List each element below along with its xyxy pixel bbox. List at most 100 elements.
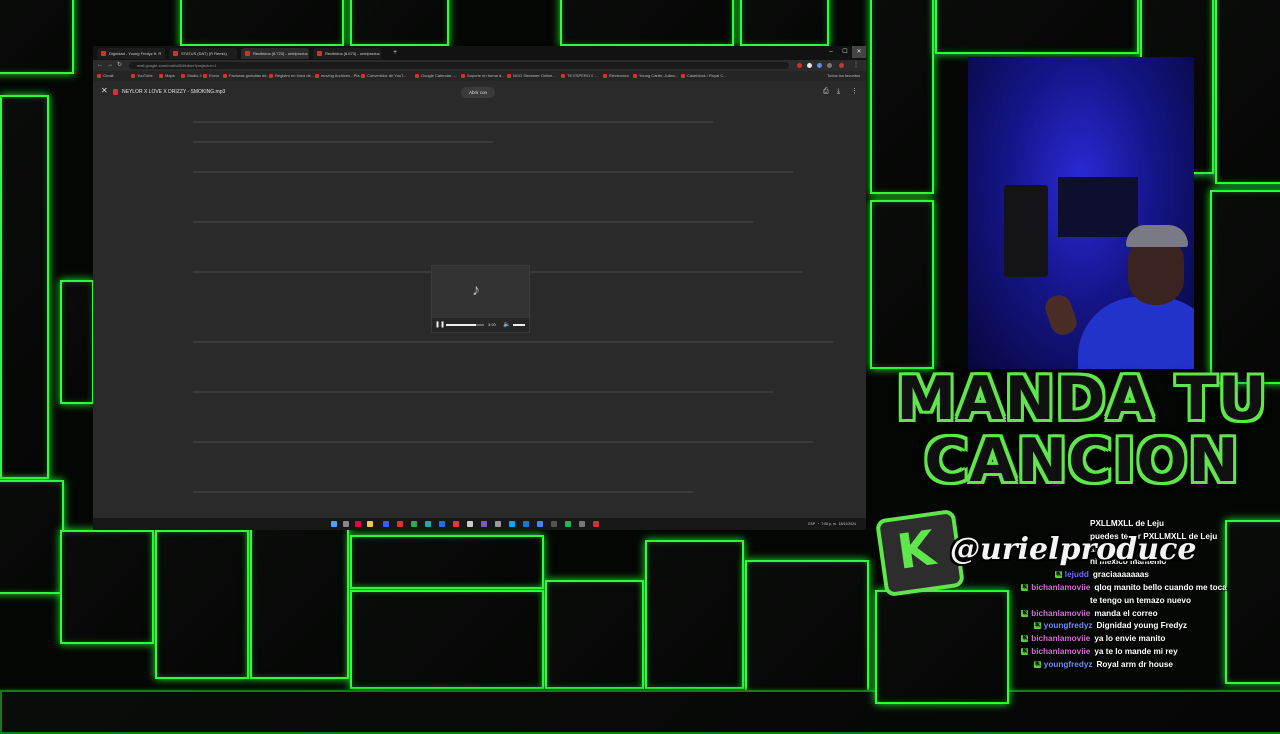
chrome-icon[interactable] bbox=[439, 521, 445, 527]
bookmark-item[interactable]: Convertidor de YouT... bbox=[361, 71, 406, 81]
taskbar-app-icon[interactable] bbox=[509, 521, 515, 527]
close-window-button[interactable]: ✕ bbox=[852, 46, 866, 58]
taskbar-app-icon[interactable] bbox=[425, 521, 431, 527]
taskbar-app-icon[interactable] bbox=[453, 521, 459, 527]
folder-icon[interactable] bbox=[367, 521, 373, 527]
volume-slider[interactable] bbox=[513, 324, 525, 326]
tray-date[interactable]: 18/11/2024 bbox=[839, 522, 856, 526]
chat-username[interactable]: youngfredyz bbox=[1044, 621, 1093, 630]
audio-file-icon bbox=[113, 89, 118, 95]
browser-tab[interactable]: Recibidos (8.723) - urielproduc bbox=[241, 48, 309, 59]
bookmark-item[interactable]: Registro en línea de... bbox=[269, 71, 314, 81]
volume-icon[interactable]: 🔈 bbox=[503, 320, 510, 330]
bg-tile bbox=[1215, 0, 1280, 184]
bookmark-item[interactable]: moving Archives - Pla... bbox=[315, 71, 363, 81]
browser-tab[interactable]: Recibidos (8.673) - urielproduc bbox=[313, 48, 381, 59]
title-line-2: CANCION bbox=[924, 426, 1240, 496]
bg-tile bbox=[155, 530, 249, 679]
tray-language[interactable]: ESP bbox=[808, 522, 815, 526]
bg-tile bbox=[250, 520, 349, 679]
bg-tile bbox=[870, 0, 934, 194]
all-bookmarks[interactable]: Todos los favoritos bbox=[821, 71, 860, 81]
bookmark-item[interactable]: Maps bbox=[159, 71, 175, 81]
playback-progress-slider[interactable] bbox=[446, 324, 484, 326]
forward-icon[interactable]: → bbox=[107, 61, 113, 70]
background-row bbox=[193, 491, 693, 493]
bookmark-item[interactable]: Facturas gratuitas de... bbox=[223, 71, 270, 81]
extension-icon[interactable] bbox=[827, 63, 832, 68]
bg-tile bbox=[875, 590, 1009, 704]
taskbar-app-icon[interactable] bbox=[383, 521, 389, 527]
bookmark-item[interactable]: NGO Streamer Online... bbox=[507, 71, 556, 81]
bookmark-item[interactable]: Envío bbox=[203, 71, 219, 81]
print-icon[interactable]: ⎙ bbox=[823, 87, 829, 97]
download-icon[interactable]: ⤓ bbox=[837, 87, 840, 97]
chat-username[interactable]: bichanlamoviie bbox=[1031, 583, 1090, 592]
bg-tile bbox=[60, 280, 94, 404]
chat-text: PXLLMXLL de Leju bbox=[1090, 519, 1164, 528]
bookmark-item[interactable]: Soporte en forma d... bbox=[461, 71, 505, 81]
streamer-body bbox=[1078, 297, 1194, 369]
bookmark-item[interactable]: Electronico bbox=[603, 71, 629, 81]
reload-icon[interactable]: ↻ bbox=[117, 61, 122, 70]
chat-username[interactable]: bichanlamoviie bbox=[1031, 609, 1090, 618]
bookmark-item[interactable]: TE ESPERO // ... bbox=[561, 71, 598, 81]
taskbar-app-icon[interactable] bbox=[411, 521, 417, 527]
more-icon[interactable]: ⋮ bbox=[851, 87, 858, 97]
bg-tile bbox=[870, 200, 934, 369]
bookmark-item[interactable]: Young Carter, Julian... bbox=[633, 71, 678, 81]
bookmark-icon bbox=[507, 74, 511, 78]
chat-text: ya te lo mande mi rey bbox=[1094, 647, 1178, 656]
new-tab-button[interactable]: + bbox=[393, 48, 397, 58]
taskbar-app-icon[interactable] bbox=[551, 521, 557, 527]
taskbar-app-icon[interactable] bbox=[537, 521, 543, 527]
start-icon[interactable] bbox=[331, 521, 337, 527]
playback-time: 3:20 bbox=[488, 322, 496, 327]
browser-tab[interactable]: Dignidad - Young Fredyz ft. R bbox=[97, 48, 165, 59]
bookmark-item[interactable]: Caseblock / Royal C... bbox=[681, 71, 727, 81]
spotify-icon[interactable] bbox=[565, 521, 571, 527]
chat-username[interactable]: youngfredyz bbox=[1044, 660, 1093, 669]
taskbar-app-icon[interactable] bbox=[579, 521, 585, 527]
taskbar-app-icon[interactable] bbox=[467, 521, 473, 527]
extension-icon[interactable] bbox=[797, 63, 802, 68]
bookmark-item[interactable]: YouTube bbox=[131, 71, 153, 81]
bookmark-item[interactable]: Google Calendar -... bbox=[415, 71, 457, 81]
taskbar-app-icon[interactable] bbox=[397, 521, 403, 527]
chat-username[interactable]: bichanlamoviie bbox=[1031, 634, 1090, 643]
bg-tile bbox=[0, 690, 1280, 734]
maximize-button[interactable]: ☐ bbox=[838, 46, 852, 58]
taskbar-app-icon[interactable] bbox=[593, 521, 599, 527]
bookmark-icon bbox=[461, 74, 465, 78]
taskbar-app-icon[interactable] bbox=[355, 521, 361, 527]
extension-icon[interactable] bbox=[817, 63, 822, 68]
taskbar-app-icon[interactable] bbox=[481, 521, 487, 527]
url-field[interactable]: mail.google.com/mail/u/0/#inbox?projecto… bbox=[129, 62, 789, 69]
chat-username[interactable]: bichanlamoviie bbox=[1031, 647, 1090, 656]
tray-time[interactable]: 7:06 p. m. bbox=[821, 522, 837, 526]
minimize-button[interactable]: – bbox=[824, 46, 838, 58]
open-with-button[interactable]: Abrir con bbox=[461, 87, 495, 98]
bookmark-item[interactable]: Studio J bbox=[181, 71, 201, 81]
bookmark-item[interactable]: Gmail bbox=[97, 71, 113, 81]
extension-icon[interactable] bbox=[807, 63, 812, 68]
wifi-icon[interactable]: ◔ bbox=[817, 522, 819, 526]
profile-avatar-icon[interactable] bbox=[839, 63, 844, 68]
close-preview-button[interactable]: ✕ bbox=[101, 85, 108, 97]
taskbar-app-icon[interactable] bbox=[523, 521, 529, 527]
chat-username[interactable]: lejudd bbox=[1065, 570, 1089, 579]
system-tray: ESP ◔ 7:06 p. m. 18/11/2024 bbox=[808, 518, 856, 530]
streamer-cap bbox=[1126, 225, 1188, 247]
pause-icon[interactable]: ❚❚ bbox=[435, 320, 445, 330]
chat-message: PXLLMXLL de Leju bbox=[1090, 517, 1164, 530]
youtube-icon bbox=[173, 51, 178, 56]
bg-tile bbox=[560, 0, 734, 46]
background-row bbox=[193, 341, 833, 343]
music-note-icon: ♪ bbox=[472, 282, 480, 299]
taskbar-app-icon[interactable] bbox=[495, 521, 501, 527]
menu-icon[interactable]: ⋮ bbox=[853, 61, 859, 70]
back-icon[interactable]: ← bbox=[97, 61, 103, 70]
search-icon[interactable] bbox=[343, 521, 349, 527]
browser-tab[interactable]: STATUS (DAT) (R Remix) bbox=[169, 48, 237, 59]
kick-badge-icon: K bbox=[1021, 584, 1029, 591]
